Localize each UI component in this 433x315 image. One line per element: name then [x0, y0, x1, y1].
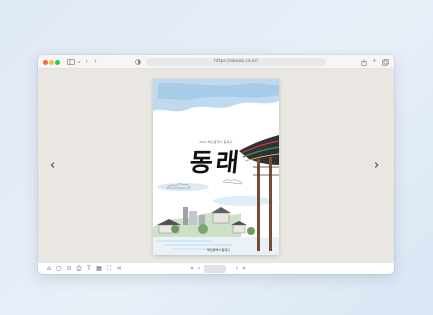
- fullscreen-icon[interactable]: ⛶: [105, 264, 113, 274]
- minimize-window-button[interactable]: [49, 59, 54, 65]
- tabs-icon[interactable]: [381, 57, 389, 67]
- ebook-viewer: ‹ › 2024 부산광역시 동래구 동래 부산광역시 동래구: [38, 69, 394, 262]
- thumbnails-icon[interactable]: ▦: [95, 264, 103, 274]
- back-icon[interactable]: ‹: [83, 57, 90, 67]
- share-icon[interactable]: [360, 57, 367, 67]
- next-page-arrow[interactable]: ›: [374, 159, 379, 173]
- zoom-window-button[interactable]: [55, 59, 60, 65]
- address-bar[interactable]: https://ebook.co.kr/: [146, 58, 326, 66]
- text-icon[interactable]: T: [85, 264, 93, 274]
- cover-title: 동래: [188, 148, 244, 177]
- share-icon[interactable]: ⋖: [115, 264, 123, 274]
- close-window-button[interactable]: [43, 59, 48, 65]
- book-cover[interactable]: 2024 부산광역시 동래구 동래 부산광역시 동래구: [153, 79, 279, 255]
- cover-publisher: 부산광역시 동래구: [207, 248, 230, 252]
- new-tab-icon[interactable]: +: [371, 57, 378, 67]
- page-number-input[interactable]: [204, 265, 226, 273]
- sidebar-icon[interactable]: [66, 57, 76, 67]
- privacy-icon[interactable]: [134, 57, 142, 67]
- previous-page-arrow[interactable]: ‹: [50, 159, 55, 173]
- browser-window: ⌄ ‹ › https://ebook.co.kr/ + ‹ › 2024 부산…: [38, 55, 394, 274]
- browser-titlebar: ⌄ ‹ › https://ebook.co.kr/ +: [38, 55, 394, 69]
- home-icon[interactable]: ⌂: [45, 264, 53, 274]
- zoom-icon[interactable]: ⊙: [65, 264, 73, 274]
- prev-page-button[interactable]: ‹: [195, 264, 203, 274]
- print-icon[interactable]: ⎙: [75, 264, 83, 274]
- chevron-down-icon[interactable]: ⌄: [76, 57, 82, 67]
- bookmark-icon[interactable]: ▢: [55, 264, 63, 274]
- last-page-button[interactable]: »: [240, 264, 248, 274]
- forward-icon[interactable]: ›: [92, 57, 99, 67]
- viewer-bottom-toolbar: ⌂ ▢ ⊙ ⎙ T ▦ ⛶ ⋖ « ‹ › »: [38, 262, 394, 274]
